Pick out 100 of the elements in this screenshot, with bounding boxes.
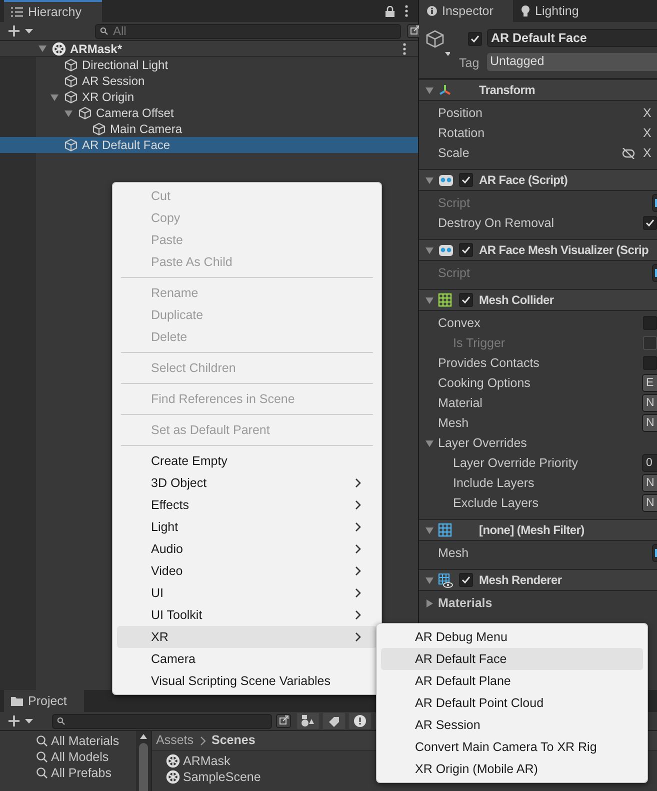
scrollbar[interactable]	[136, 731, 151, 791]
cube-icon	[64, 138, 78, 152]
expanded-arrow-icon	[425, 438, 434, 448]
more-options-icon	[405, 5, 408, 17]
value-field[interactable]: N	[642, 414, 657, 432]
menu-item[interactable]: UI Toolkit	[117, 604, 377, 626]
search-field[interactable]: All	[95, 24, 401, 38]
add-dropdown-icon	[8, 715, 34, 727]
scene-file-item[interactable]: SampleScene	[166, 769, 261, 785]
unlinked-scale-icon[interactable]	[622, 148, 635, 158]
value-field[interactable]: N	[642, 394, 657, 412]
field-label: Mesh	[438, 544, 469, 562]
favorite-search-item[interactable]: All Materials	[36, 733, 136, 749]
expanded-arrow-icon	[425, 526, 434, 534]
menu-item[interactable]: Create Empty	[117, 450, 377, 472]
field-label: Material	[438, 394, 482, 412]
menu-item[interactable]: XR	[117, 626, 377, 648]
inspector-tab[interactable]: Inspector	[419, 0, 513, 22]
list-icon	[11, 7, 23, 17]
tree-item[interactable]: AR Default Face	[0, 137, 418, 153]
menu-item[interactable]: Audio	[117, 538, 377, 560]
shapes-filter-icon	[297, 713, 319, 729]
checkmark-icon	[461, 175, 471, 185]
menu-item[interactable]: AR Session	[381, 714, 643, 736]
menu-item[interactable]: 3D Object	[117, 472, 377, 494]
field-label: Provides Contacts	[438, 354, 540, 372]
breadcrumb-link[interactable]: Scenes	[212, 731, 256, 750]
info-icon	[427, 6, 437, 16]
tag-dropdown[interactable]: Untagged	[487, 53, 657, 71]
scene-name[interactable]: ARMask*	[70, 40, 122, 58]
script-robot-icon	[438, 243, 454, 257]
tree-item[interactable]: Directional Light	[0, 57, 418, 73]
component-header[interactable]: Mesh Collider	[419, 289, 657, 311]
menu-item[interactable]: Effects	[117, 494, 377, 516]
foldout-label[interactable]: Layer Overrides	[438, 434, 527, 452]
cube-dropdown-icon	[424, 28, 450, 58]
inspector-tab[interactable]: Lighting	[513, 0, 613, 22]
component-header[interactable]: AR Face (Script)	[419, 169, 657, 191]
tree-item[interactable]: Main Camera	[0, 121, 418, 137]
tag-icon	[323, 713, 345, 729]
favorite-search-item[interactable]: All Models	[36, 749, 136, 765]
menu-item[interactable]: AR Default Point Cloud	[381, 692, 643, 714]
component-title: AR Face Mesh Visualizer (Scrip	[479, 242, 649, 259]
expanded-arrow-icon	[425, 86, 434, 94]
expanded-arrow-icon	[425, 246, 434, 254]
checkbox[interactable]	[459, 293, 473, 307]
checkbox[interactable]	[643, 356, 657, 370]
menu-item[interactable]: XR Origin (Mobile AR)	[381, 758, 643, 780]
component-header[interactable]: Mesh Renderer	[419, 569, 657, 591]
value-field[interactable]: E	[642, 374, 657, 392]
component-header[interactable]: [none] (Mesh Filter)	[419, 519, 657, 541]
checkbox[interactable]	[468, 32, 482, 46]
component-header[interactable]: AR Face Mesh Visualizer (Scrip	[419, 239, 657, 261]
component-header[interactable]: Transform	[419, 79, 657, 101]
tree-item[interactable]: XR Origin	[0, 89, 418, 105]
value-field[interactable]: N	[642, 494, 657, 512]
menu-item[interactable]: Camera	[117, 648, 377, 670]
menu-item[interactable]: UI	[117, 582, 377, 604]
menu-item[interactable]: AR Debug Menu	[381, 626, 643, 648]
value-field[interactable]: 0	[642, 454, 657, 472]
menu-item[interactable]: AR Default Face	[381, 648, 643, 670]
checkbox[interactable]	[459, 173, 473, 187]
field-label: Mesh	[438, 414, 469, 432]
checkmark-icon	[461, 575, 471, 585]
expanded-arrow-icon[interactable]	[64, 108, 73, 118]
project-tab[interactable]: Project	[4, 690, 84, 712]
expanded-arrow-icon	[425, 296, 434, 304]
expanded-arrow-icon	[425, 176, 434, 184]
field-label: Destroy On Removal	[438, 214, 554, 232]
menu-item[interactable]: Light	[117, 516, 377, 538]
checkmark-icon	[645, 218, 655, 228]
menu-item[interactable]: Video	[117, 560, 377, 582]
checkmark-icon	[461, 295, 471, 305]
checkbox[interactable]	[459, 573, 473, 587]
cube-icon	[64, 90, 78, 104]
chevron-right-icon	[200, 736, 206, 746]
favorite-search-item[interactable]: All Prefabs	[36, 765, 136, 781]
component-title: Mesh Collider	[479, 292, 554, 309]
field-label: Rotation	[438, 124, 485, 142]
breadcrumb-link[interactable]: Assets	[156, 731, 194, 750]
field-label: Script	[438, 264, 470, 282]
checkbox[interactable]	[459, 243, 473, 257]
expanded-arrow-icon[interactable]	[38, 44, 47, 53]
tree-item[interactable]: Camera Offset	[0, 105, 418, 121]
hierarchy-tab[interactable]: Hierarchy	[4, 0, 102, 22]
cube-icon	[64, 58, 78, 72]
tree-item[interactable]: AR Session	[0, 73, 418, 89]
foldout-label[interactable]: Materials	[438, 594, 492, 612]
menu-item[interactable]: Convert Main Camera To XR Rig	[381, 736, 643, 758]
checkbox[interactable]	[643, 316, 657, 330]
object-name-field[interactable]: AR Default Face	[487, 29, 657, 47]
expanded-arrow-icon[interactable]	[50, 92, 59, 102]
add-dropdown-icon	[8, 25, 34, 37]
search-field[interactable]	[52, 714, 272, 728]
checkbox[interactable]	[643, 216, 657, 230]
collapsed-arrow-icon	[425, 598, 434, 608]
scene-file-item[interactable]: ARMask	[166, 753, 230, 769]
value-field[interactable]: N	[642, 474, 657, 492]
menu-item[interactable]: AR Default Plane	[381, 670, 643, 692]
menu-item[interactable]: Visual Scripting Scene Variables	[117, 670, 377, 692]
